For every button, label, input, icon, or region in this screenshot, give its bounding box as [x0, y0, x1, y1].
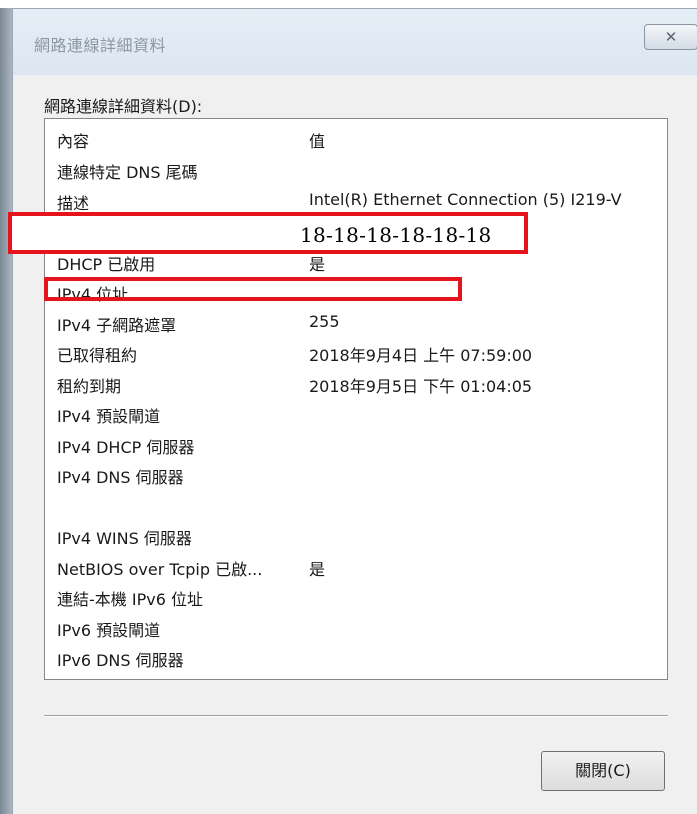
network-connection-details-dialog: 網路連線詳細資料 ✕ 網路連線詳細資料(D): 內容 值 連線特定 DNS 尾碼…: [12, 8, 697, 814]
row-value: 2018年9月5日 下午 01:04:05: [309, 376, 533, 396]
row-property: IPv4 預設閘道: [57, 407, 161, 426]
window-title: 網路連線詳細資料: [34, 36, 167, 55]
title-close-button[interactable]: ✕: [644, 24, 697, 50]
row-property: IPv6 預設閘道: [57, 620, 161, 640]
table-row[interactable]: IPv4 預設閘道: [45, 398, 667, 429]
close-icon: ✕: [664, 28, 678, 46]
screenshot-stage: 網路連線詳細資料 ✕ 網路連線詳細資料(D): 內容 值 連線特定 DNS 尾碼…: [0, 0, 697, 814]
table-row[interactable]: IPv4 DHCP 伺服器: [45, 429, 667, 460]
row-value: Intel(R) Ethernet Connection (5) I219-V: [309, 189, 622, 209]
table-row[interactable]: IPv6 預設閘道: [45, 612, 667, 643]
table-row[interactable]: 已取得租約 2018年9月4日 上午 07:59:00: [45, 337, 667, 368]
column-header-value[interactable]: 值: [309, 128, 325, 152]
background-window-edge: [0, 8, 12, 814]
column-header-property[interactable]: 內容: [57, 128, 89, 152]
list-header: 內容 值: [45, 123, 667, 154]
row-property: DHCP 已啟用: [57, 254, 156, 274]
row-property: IPv4 子網路遮罩: [57, 315, 177, 335]
table-row[interactable]: IPv4 DNS 伺服器: [45, 459, 667, 490]
row-property: 租約到期: [57, 376, 122, 396]
row-property: 連結-本機 IPv6 位址: [57, 590, 203, 609]
row-value: 255: [309, 311, 340, 331]
table-row[interactable]: 租約到期 2018年9月5日 下午 01:04:05: [45, 368, 667, 399]
table-row[interactable]: 連結-本機 IPv6 位址: [45, 581, 667, 612]
dialog-body: 網路連線詳細資料(D): 內容 值 連線特定 DNS 尾碼 描述 Intel(R) …: [13, 75, 697, 814]
row-property: NetBIOS over Tcpip 已啟...: [57, 559, 263, 579]
row-property: IPv6 DNS 伺服器: [57, 651, 184, 670]
table-row[interactable]: 連線特定 DNS 尾碼: [45, 154, 667, 185]
ipv4-address-highlight-box: [44, 277, 462, 301]
row-property: IPv4 WINS 伺服器: [57, 529, 192, 548]
table-row[interactable]: NetBIOS over Tcpip 已啟... 是: [45, 551, 667, 582]
table-row[interactable]: [45, 490, 667, 521]
row-property: 已取得租約: [57, 346, 138, 365]
mac-address-annotation: 18-18-18-18-18-18: [298, 223, 494, 247]
row-value: 2018年9月4日 上午 07:59:00: [309, 346, 533, 365]
divider: [44, 715, 668, 717]
table-row[interactable]: 描述 Intel(R) Ethernet Connection (5) I219-…: [45, 185, 667, 216]
row-value: 是: [309, 559, 326, 579]
table-row[interactable]: IPv4 WINS 伺服器: [45, 520, 667, 551]
title-bar[interactable]: 網路連線詳細資料 ✕: [13, 9, 697, 75]
table-row[interactable]: IPv4 子網路遮罩 255: [45, 307, 667, 338]
table-row[interactable]: IPv6 DNS 伺服器: [45, 642, 667, 673]
row-property: IPv4 DNS 伺服器: [57, 468, 184, 487]
row-property: IPv4 DHCP 伺服器: [57, 437, 195, 457]
row-property: 連線特定 DNS 尾碼: [57, 163, 198, 182]
row-value: 是: [309, 254, 326, 274]
details-group-label: 網路連線詳細資料(D):: [44, 97, 203, 116]
close-button[interactable]: 關閉(C): [541, 751, 665, 791]
details-list[interactable]: 內容 值 連線特定 DNS 尾碼 描述 Intel(R) Ethernet Conn…: [44, 118, 668, 680]
row-property: 描述: [57, 193, 90, 213]
